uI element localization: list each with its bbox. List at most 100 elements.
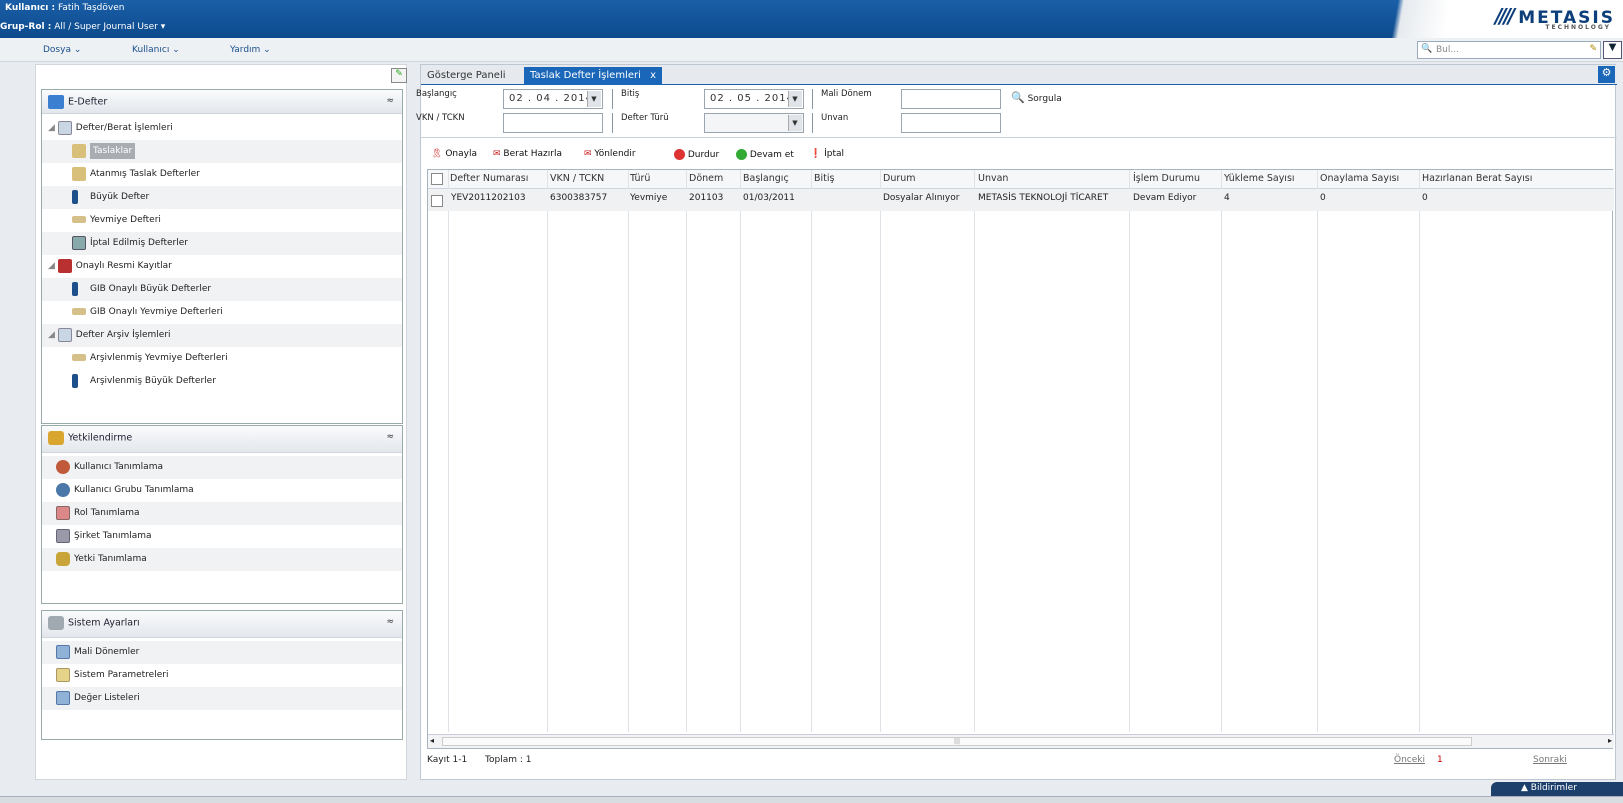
collapse-icon[interactable]: ≈ [386, 617, 394, 627]
dropdown-arrow-icon[interactable]: ▼ [788, 91, 802, 107]
col-turu[interactable]: Türü [630, 173, 650, 184]
collapse-icon[interactable]: ≈ [386, 432, 394, 442]
company-logo: ////METASIS TECHNOLOGY [1495, 4, 1615, 31]
baslangic-date-input[interactable]: 02 . 04 . 2014 ▼ [503, 89, 603, 109]
col-durum[interactable]: Durum [883, 173, 916, 184]
group-info[interactable]: Grup-Rol : All / Super Journal User ▾ [0, 22, 165, 32]
draft-icon [72, 143, 86, 158]
notifications-tab[interactable]: ▲ Bildirimler [1491, 782, 1623, 796]
col-yukleme-sayisi[interactable]: Yükleme Sayısı [1224, 173, 1295, 184]
sidebar-item-sirket-tanimlama[interactable]: Şirket Tanımlama [42, 525, 402, 548]
iptal-button[interactable]: ❗ İptal [810, 149, 844, 159]
onayla-button[interactable]: 🎗 Onayla [431, 149, 477, 159]
sidebar-item-buyuk-defter[interactable]: Büyük Defter [42, 186, 402, 209]
sidebar-item-gib-buyuk[interactable]: GIB Onaylı Büyük Defterler [42, 278, 402, 301]
dropdown-arrow-icon[interactable]: ▼ [587, 91, 601, 107]
row-checkbox[interactable] [431, 195, 443, 207]
tree-group-arsiv[interactable]: ◢ Defter Arşiv İşlemleri [42, 324, 402, 347]
edit-icon[interactable]: ✎ [1589, 44, 1597, 54]
sorgula-button[interactable]: 🔍 Sorgula [1011, 91, 1062, 104]
sidebar-item-sistem-parametreleri[interactable]: Sistem Parametreleri [42, 664, 402, 687]
unvan-input[interactable] [901, 113, 1001, 133]
sidebar-item-yetki-tanimlama[interactable]: Yetki Tanımlama [42, 548, 402, 571]
col-bitis[interactable]: Bitiş [814, 173, 834, 184]
sidebar-item-kullanici-tanimlama[interactable]: Kullanıcı Tanımlama [42, 456, 402, 479]
sidebar-item-rol-tanimlama[interactable]: Rol Tanımlama [42, 502, 402, 525]
column-divider [974, 170, 975, 732]
lock-key-icon [48, 431, 64, 445]
tools-icon [48, 616, 64, 630]
scroll-left-icon[interactable]: ◂ [430, 736, 434, 745]
dropdown-arrow-icon[interactable]: ▼ [788, 115, 802, 131]
col-defter-numarasi[interactable]: Defter Numarası [450, 173, 528, 184]
mali-donem-input[interactable] [901, 89, 1001, 109]
unvan-label: Unvan [821, 113, 849, 123]
col-onaylama-sayisi[interactable]: Onaylama Sayısı [1320, 173, 1399, 184]
separator [812, 113, 813, 133]
sidebar-item-kullanici-grubu[interactable]: Kullanıcı Grubu Tanımlama [42, 479, 402, 502]
scroll-right-icon[interactable]: ▸ [1608, 736, 1612, 745]
berat-hazirla-button[interactable]: ✉ Berat Hazırla [493, 149, 562, 159]
users-icon [56, 482, 70, 497]
cell-donem: 201103 [689, 193, 724, 203]
archive-search-icon [57, 327, 72, 342]
col-islem-durumu[interactable]: İşlem Durumu [1133, 173, 1200, 184]
gear-icon[interactable]: ⚙ [1598, 66, 1615, 83]
cell-turu: Yevmiye [630, 193, 668, 203]
open-book-icon [72, 216, 86, 223]
defter-turu-select[interactable]: ▼ [704, 113, 804, 133]
chevron-down-icon[interactable]: ▾ [161, 22, 166, 32]
col-baslangic[interactable]: Başlangıç [743, 173, 789, 184]
tab-gosterge-paneli[interactable]: Gösterge Paneli [421, 67, 512, 85]
sidebar-item-yevmiye[interactable]: Yevmiye Defteri [42, 209, 402, 232]
sistem-header[interactable]: Sistem Ayarları ≈ [42, 611, 402, 638]
bitis-date-input[interactable]: 02 . 05 . 2014 ▼ [704, 89, 804, 109]
select-all-checkbox[interactable] [431, 173, 443, 185]
vkn-input[interactable] [503, 113, 603, 133]
search-input[interactable]: 🔍 Bul... ✎ [1417, 41, 1601, 59]
collapse-icon[interactable]: ≈ [386, 96, 394, 106]
grid-header: Defter Numarası VKN / TCKN Türü Dönem Ba… [428, 170, 1614, 189]
sidebar-item-mali-donemler[interactable]: Mali Dönemler [42, 641, 402, 664]
menu-kullanici[interactable]: Kullanıcı ⌄ [132, 45, 180, 55]
next-page-link[interactable]: Sonraki [1533, 755, 1567, 765]
folder-icon [48, 95, 64, 109]
column-divider [1419, 170, 1420, 732]
previous-page-link[interactable]: Önceki [1394, 755, 1425, 765]
pin-icon[interactable]: ✎ [391, 68, 407, 83]
sidebar-item-arsiv-yevmiye[interactable]: Arşivlenmiş Yevmiye Defterleri [42, 347, 402, 370]
menu-dosya[interactable]: Dosya ⌄ [43, 45, 81, 55]
edefter-header[interactable]: E-Defter ≈ [42, 90, 402, 114]
user-label: Kullanıcı : [5, 3, 56, 13]
sidebar-item-arsiv-buyuk[interactable]: Arşivlenmiş Büyük Defterler [42, 370, 402, 393]
search-dropdown-button[interactable]: ▼ [1603, 41, 1622, 59]
col-unvan[interactable]: Unvan [978, 173, 1008, 184]
column-divider [1317, 170, 1318, 732]
col-hazirlanan-berat[interactable]: Hazırlanan Berat Sayısı [1422, 173, 1532, 184]
user-info: Kullanıcı : Fatih Taşdöven [5, 3, 124, 13]
sidebar-item-iptal-edilmis[interactable]: İptal Edilmiş Defterler [42, 232, 402, 255]
column-divider [1221, 170, 1222, 732]
horizontal-scrollbar[interactable]: ◂ ||| ▸ [428, 734, 1614, 748]
yetki-panel: Yetkilendirme ≈ Kullanıcı Tanımlama Kulla… [41, 425, 403, 604]
yetki-header[interactable]: Yetkilendirme ≈ [42, 426, 402, 453]
col-vkn[interactable]: VKN / TCKN [550, 173, 604, 184]
menu-yardim[interactable]: Yardım ⌄ [230, 45, 271, 55]
yonlendir-button[interactable]: ✉ Yönlendir [584, 149, 636, 159]
scroll-thumb[interactable]: ||| [442, 737, 1472, 746]
sidebar-item-deger-listeleri[interactable]: Değer Listeleri [42, 687, 402, 710]
sidebar-item-atanmis[interactable]: Atanmış Taslak Defterler [42, 163, 402, 186]
close-tab-icon[interactable]: x [650, 70, 656, 81]
defter-turu-label: Defter Türü [621, 113, 669, 123]
sidebar-item-gib-yevmiye[interactable]: GIB Onaylı Yevmiye Defterleri [42, 301, 402, 324]
sidebar-item-taslaklar[interactable]: Taslaklar [42, 140, 402, 163]
durdur-button[interactable]: Durdur [674, 149, 719, 160]
stop-icon [674, 149, 685, 160]
col-donem[interactable]: Dönem [689, 173, 723, 184]
tree-group-onayli[interactable]: ◢ Onaylı Resmi Kayıtlar [42, 255, 402, 278]
tab-taslak-defter[interactable]: Taslak Defter İşlemleri x [524, 67, 662, 85]
record-total: Toplam : 1 [485, 755, 532, 765]
tree-group-defter-berat[interactable]: ◢ Defter/Berat İşlemleri [42, 117, 402, 140]
devam-et-button[interactable]: Devam et [736, 149, 794, 160]
data-grid: Defter Numarası VKN / TCKN Türü Dönem Ba… [427, 169, 1614, 749]
